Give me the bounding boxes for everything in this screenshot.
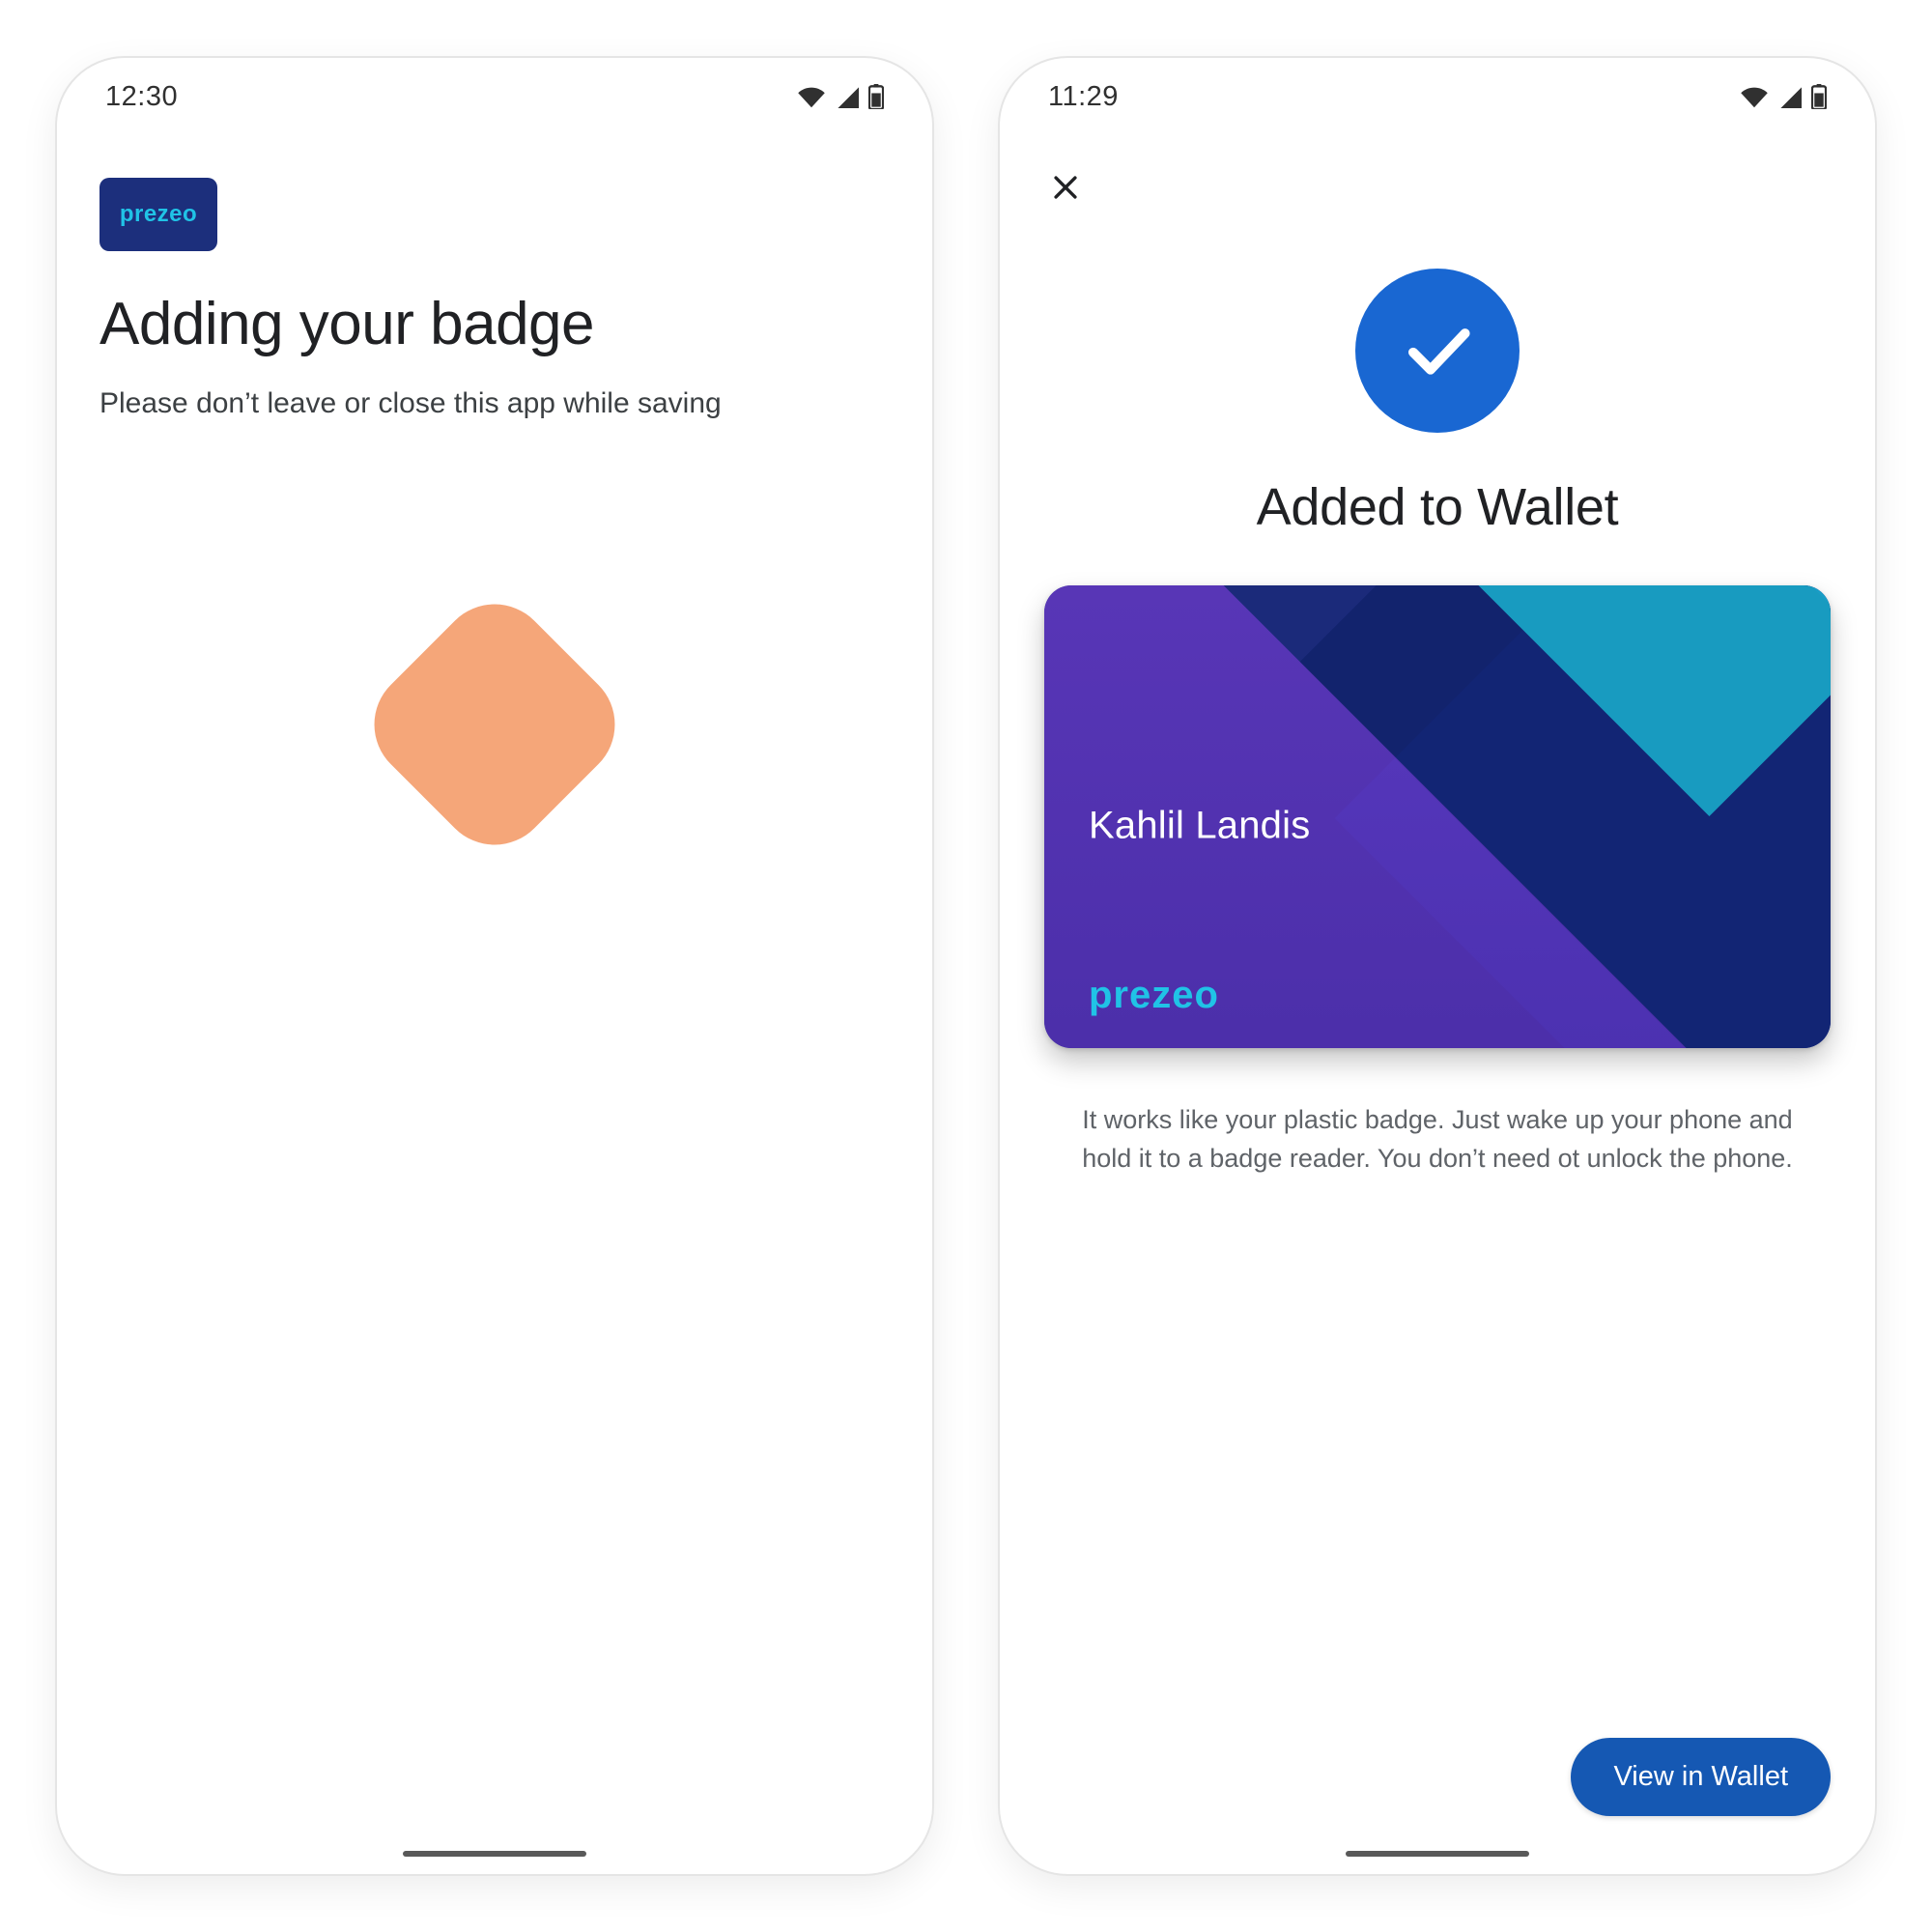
page-title: Added to Wallet	[1257, 477, 1619, 537]
success-check-icon	[1355, 269, 1520, 433]
phone-adding-badge: 12:30 prezeo Adding your badge Please do…	[57, 58, 932, 1874]
status-icons	[797, 84, 884, 109]
diamond-spinner-icon	[352, 582, 639, 868]
cellular-icon	[1778, 85, 1802, 108]
status-icons	[1740, 84, 1827, 109]
battery-icon	[1811, 84, 1827, 109]
status-bar: 11:29	[1000, 58, 1875, 135]
wallet-card[interactable]: Kahlil Landis prezeo	[1044, 585, 1831, 1048]
description-text: It works like your plastic badge. Just w…	[1076, 1100, 1800, 1179]
card-brand-label: prezeo	[1089, 974, 1219, 1017]
card-holder-name: Kahlil Landis	[1089, 804, 1310, 847]
page-title: Adding your badge	[99, 290, 890, 358]
page-subtitle: Please don’t leave or close this app whi…	[99, 387, 890, 420]
status-time: 12:30	[105, 81, 178, 113]
close-icon	[1049, 171, 1082, 204]
loading-spinner	[99, 623, 890, 826]
wifi-icon	[1740, 85, 1769, 108]
cellular-icon	[836, 85, 859, 108]
nav-handle[interactable]	[403, 1851, 586, 1857]
close-button[interactable]	[1038, 160, 1093, 214]
phone-added-to-wallet: 11:29 Added to Wallet	[1000, 58, 1875, 1874]
brand-chip: prezeo	[99, 178, 217, 251]
status-time: 11:29	[1048, 81, 1119, 113]
status-bar: 12:30	[57, 58, 932, 135]
view-in-wallet-button[interactable]: View in Wallet	[1571, 1738, 1831, 1816]
nav-handle[interactable]	[1346, 1851, 1529, 1857]
battery-icon	[868, 84, 884, 109]
brand-chip-label: prezeo	[120, 201, 197, 228]
wifi-icon	[797, 85, 826, 108]
